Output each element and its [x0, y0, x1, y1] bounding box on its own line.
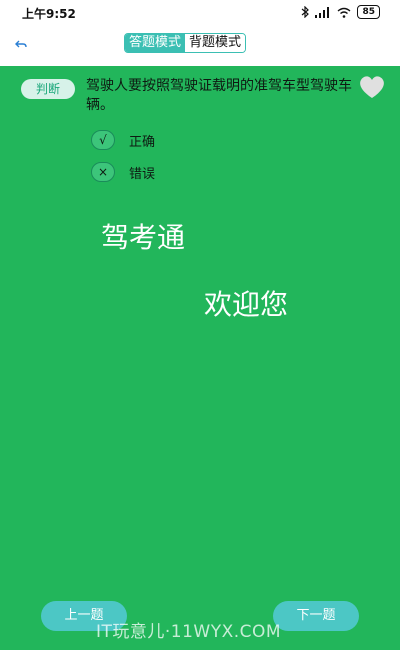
top-bar: 答题模式 背题模式 — [0, 26, 400, 66]
option-false[interactable]: × 错误 — [91, 162, 155, 182]
option-false-label: 错误 — [129, 166, 156, 182]
bluetooth-icon — [301, 6, 310, 18]
question-type-badge: 判断 — [21, 79, 75, 99]
status-icons: 85 — [301, 5, 380, 19]
option-false-marker: × — [91, 162, 115, 182]
wifi-icon — [337, 7, 351, 18]
question-panel: 判断 驾驶人要按照驾驶证载明的准驾车型驾驶车辆。 √ 正确 × 错误 驾考通 欢… — [0, 66, 400, 650]
question-text: 驾驶人要按照驾驶证载明的准驾车型驾驶车辆。 — [86, 78, 352, 113]
tab-recite-mode[interactable]: 背题模式 — [185, 34, 246, 52]
status-bar: 上午9:52 85 — [0, 0, 400, 26]
status-time: 上午9:52 — [22, 7, 76, 21]
signal-icon — [315, 6, 331, 18]
tab-answer-mode[interactable]: 答题模式 — [125, 34, 186, 52]
welcome-overlay: 欢迎您 — [204, 288, 289, 321]
heart-icon[interactable] — [357, 72, 387, 102]
option-true-label: 正确 — [129, 134, 156, 150]
option-true[interactable]: √ 正确 — [91, 130, 155, 150]
back-arrow-icon[interactable] — [12, 37, 30, 55]
option-true-marker: √ — [91, 130, 115, 150]
mode-switch: 答题模式 背题模式 — [124, 33, 247, 53]
app-name-overlay: 驾考通 — [101, 221, 186, 254]
site-watermark: IT玩意儿·11WYX.COM — [96, 622, 282, 642]
battery-icon: 85 — [357, 5, 380, 19]
next-question-button[interactable]: 下一题 — [273, 601, 359, 631]
